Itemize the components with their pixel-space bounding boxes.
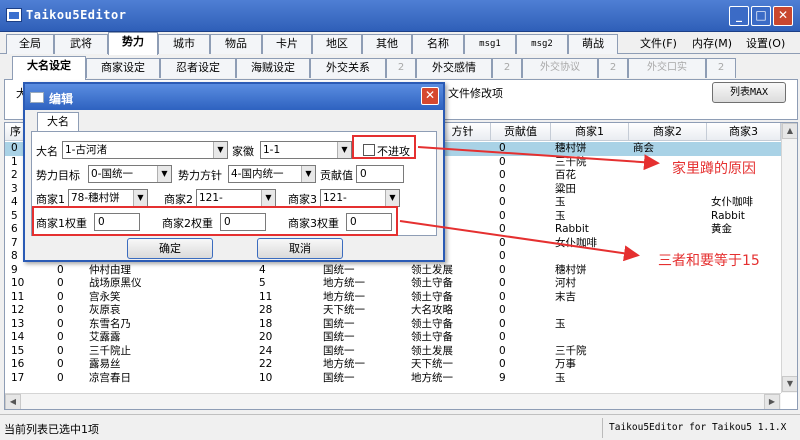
arrow-line-1 [417, 146, 660, 171]
arrow-line-2 [399, 220, 640, 262]
annotation-homebody-reason: 家里蹲的原因 [672, 161, 756, 177]
annotation-arrows [399, 146, 660, 262]
annotation-sum-15: 三者和要等于15 [658, 253, 760, 269]
